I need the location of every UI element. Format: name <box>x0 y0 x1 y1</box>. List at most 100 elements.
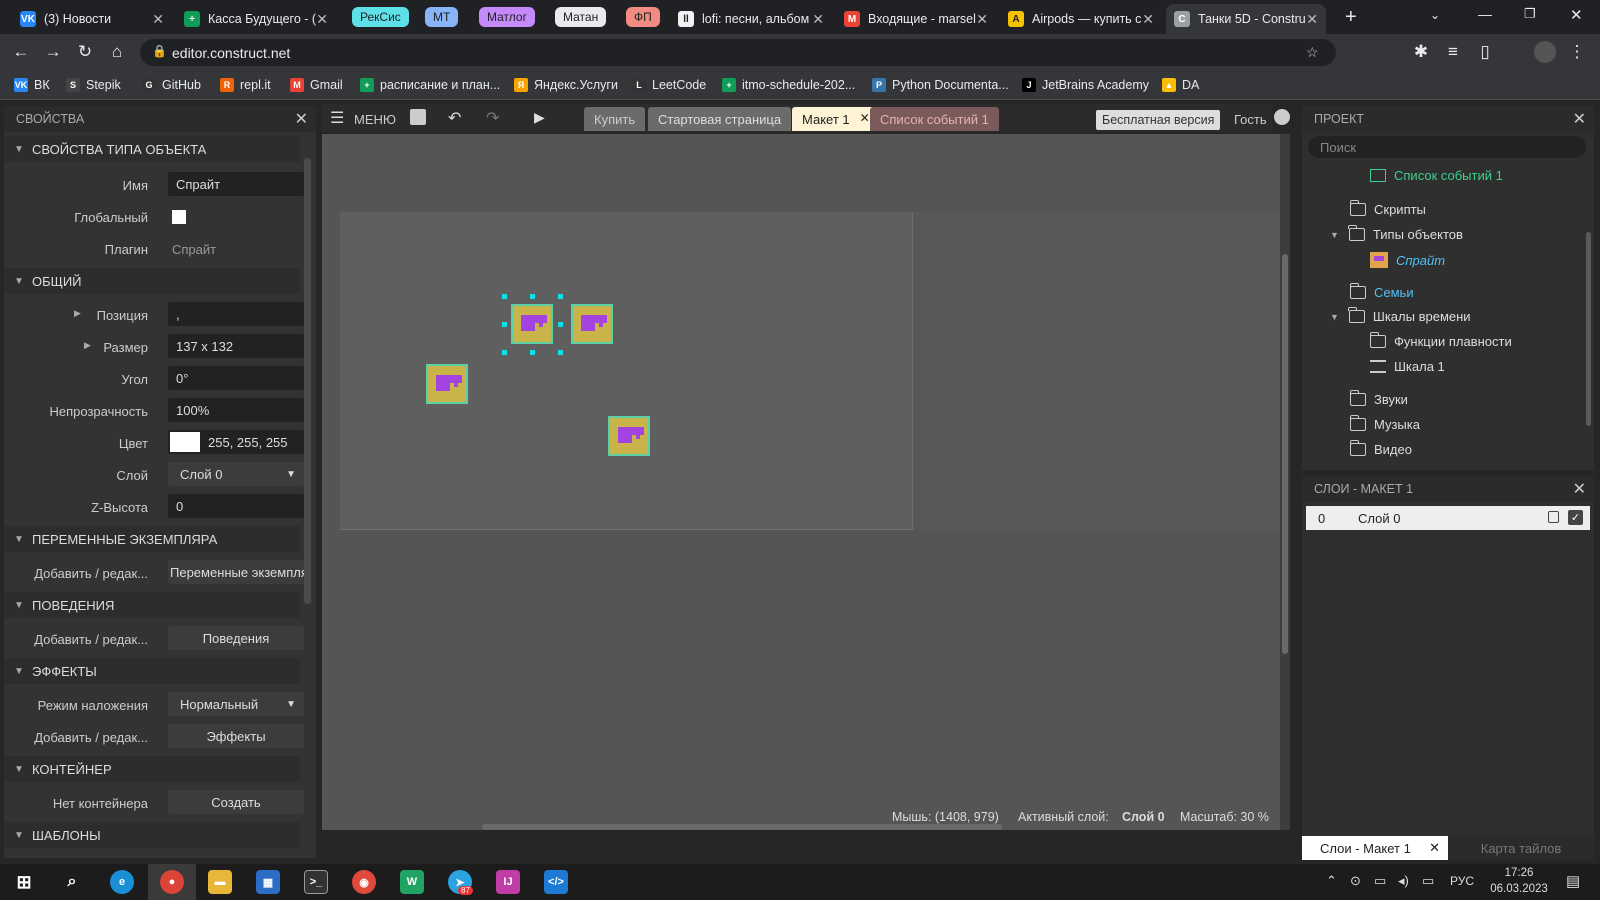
close-icon[interactable]: ✕ <box>1429 840 1440 856</box>
tree-folder-object-types[interactable]: ▼ Типы объектов <box>1330 225 1463 242</box>
zheight-input[interactable]: 0 <box>168 494 304 518</box>
redo-icon[interactable]: ↷ <box>486 108 499 128</box>
close-icon[interactable]: ✕ <box>1142 11 1154 28</box>
intellij-icon[interactable]: IJ <box>496 870 520 894</box>
bookmark-itmo-schedule[interactable]: + itmo-schedule-202... <box>722 76 855 94</box>
name-input[interactable]: Спрайт <box>168 172 304 196</box>
clock-time[interactable]: 17:26 <box>1484 867 1554 879</box>
user-icon[interactable] <box>1274 109 1290 125</box>
app-icon[interactable]: ◉ <box>352 870 376 894</box>
section-common[interactable]: ▼ ОБЩИЙ <box>4 268 300 294</box>
tab-layers[interactable]: Слои - Макет 1 ✕ <box>1302 836 1448 860</box>
new-tab-button[interactable]: + <box>1345 6 1357 29</box>
position-input[interactable]: , <box>168 302 304 326</box>
tab-search-icon[interactable]: ⌄ <box>1430 8 1440 22</box>
file-explorer-icon[interactable]: ▬ <box>208 870 232 894</box>
close-icon[interactable]: ✕ <box>1573 479 1586 499</box>
tab-kassa[interactable]: + Касса Будущего - ( ✕ <box>176 4 336 34</box>
network-icon[interactable]: ▭ <box>1422 873 1434 889</box>
restore-icon[interactable]: ❐ <box>1524 6 1536 22</box>
windows-start-icon[interactable]: ⊞ <box>12 870 36 894</box>
close-icon[interactable]: ✕ <box>976 11 988 28</box>
sidepanel-icon[interactable]: ▯ <box>1474 41 1496 63</box>
home-icon[interactable]: ⌂ <box>106 41 128 63</box>
section-effects[interactable]: ▼ ЭФФЕКТЫ <box>4 658 300 684</box>
resize-handle[interactable] <box>502 294 507 299</box>
color-input[interactable]: 255, 255, 255 <box>168 430 304 454</box>
tab-gmail[interactable]: M Входящие - marsel ✕ <box>836 4 996 34</box>
resize-handle[interactable] <box>530 294 535 299</box>
bookmark-star-icon[interactable]: ☆ <box>1306 44 1319 61</box>
meet-icon[interactable]: ⊙ <box>1350 873 1361 889</box>
tab-group-matlog[interactable]: Матлог <box>479 7 535 27</box>
tray-expand-icon[interactable]: ⌃ <box>1326 873 1337 889</box>
project-search-input[interactable]: Поиск <box>1308 136 1586 158</box>
media-icon[interactable]: ≡ <box>1442 41 1464 63</box>
tab-lofi[interactable]: ll lofi: песни, альбом ✕ <box>670 4 832 34</box>
tree-item-timeline-1[interactable]: Шкала 1 <box>1370 359 1445 374</box>
close-icon[interactable]: ✕ <box>152 11 164 28</box>
bookmark-python-docs[interactable]: P Python Documenta... <box>872 76 1009 94</box>
clock-date[interactable]: 06.03.2023 <box>1484 883 1554 895</box>
edge-icon[interactable]: e <box>110 870 134 894</box>
layout-margin-area[interactable] <box>913 212 1286 530</box>
terminal-icon[interactable]: >_ <box>304 870 328 894</box>
close-icon[interactable]: ✕ <box>860 111 870 125</box>
tree-item-event-sheet[interactable]: Список событий 1 <box>1370 168 1503 183</box>
volume-icon[interactable]: ◂) <box>1398 873 1409 889</box>
chrome-icon[interactable]: ● <box>160 870 184 894</box>
section-container[interactable]: ▼ КОНТЕЙНЕР <box>4 756 300 782</box>
sprite-instance[interactable] <box>608 416 650 456</box>
behaviors-button[interactable]: Поведения <box>168 626 304 650</box>
reload-icon[interactable]: ↻ <box>74 41 96 63</box>
resize-handle[interactable] <box>558 322 563 327</box>
bookmark-gmail[interactable]: M Gmail <box>290 76 343 94</box>
resize-handle[interactable] <box>558 350 563 355</box>
section-object-type[interactable]: ▼ СВОЙСТВА ТИПА ОБЪЕКТА <box>4 136 300 162</box>
omnibox[interactable]: 🔒 editor.construct.net ☆ <box>140 39 1336 66</box>
instance-variables-button[interactable]: Переменные экземпляр <box>168 560 304 584</box>
properties-scrollbar[interactable] <box>304 158 311 604</box>
store-icon[interactable]: ▦ <box>256 870 280 894</box>
tree-folder-scripts[interactable]: Скрипты <box>1349 200 1426 217</box>
menu-button[interactable]: МЕНЮ <box>354 112 396 127</box>
resize-handle[interactable] <box>558 294 563 299</box>
hamburger-icon[interactable]: ☰ <box>330 108 344 128</box>
tab-start-page[interactable]: Стартовая страница <box>648 107 792 131</box>
resize-handle[interactable] <box>502 322 507 327</box>
layer-select[interactable]: Слой 0 ▼ <box>168 462 304 486</box>
chrome-menu-icon[interactable]: ⋮ <box>1566 41 1588 63</box>
tab-group-matan[interactable]: Матан <box>555 7 607 27</box>
section-behaviors[interactable]: ▼ ПОВЕДЕНИЯ <box>4 592 300 618</box>
opacity-input[interactable]: 100% <box>168 398 304 422</box>
tab-layout-1[interactable]: Макет 1 ✕ <box>792 107 876 131</box>
visibility-checkbox[interactable]: ✓ <box>1568 510 1583 525</box>
color-swatch[interactable] <box>170 432 200 452</box>
bookmark-leetcode[interactable]: L LeetCode <box>632 76 706 94</box>
tree-folder-easing[interactable]: Функции плавности <box>1369 332 1512 349</box>
sprite-instance[interactable] <box>426 364 468 404</box>
lock-icon[interactable] <box>1548 511 1559 523</box>
effects-button[interactable]: Эффекты <box>168 724 304 748</box>
tab-tilemap[interactable]: Карта тайлов <box>1448 836 1594 860</box>
tree-folder-music[interactable]: Музыка <box>1349 415 1420 432</box>
webstorm-icon[interactable]: W <box>400 870 424 894</box>
bookmark-schedule[interactable]: + расписание и план... <box>360 76 500 94</box>
extensions-icon[interactable]: ✱ <box>1410 41 1432 63</box>
play-icon[interactable]: ▶ <box>534 109 545 126</box>
tab-event-sheet-1[interactable]: Список событий 1 <box>870 107 999 131</box>
forward-icon[interactable]: → <box>42 41 64 63</box>
resize-handle[interactable] <box>530 350 535 355</box>
undo-icon[interactable]: ↶ <box>448 108 461 128</box>
section-templates[interactable]: ▼ ШАБЛОНЫ <box>4 822 300 848</box>
layout-viewport[interactable]: Мышь: (1408, 979) Активный слой: Слой 0 … <box>322 134 1290 830</box>
tab-buy[interactable]: Купить <box>584 107 646 131</box>
sprite-instance[interactable] <box>571 304 613 344</box>
tree-folder-video[interactable]: Видео <box>1349 440 1412 457</box>
save-icon[interactable] <box>410 109 426 125</box>
vscode-icon[interactable]: </> <box>544 870 568 894</box>
project-scrollbar[interactable] <box>1586 232 1591 426</box>
guest-label[interactable]: Гость <box>1234 112 1267 127</box>
bookmark-stepik[interactable]: S Stepik <box>66 76 121 94</box>
blend-mode-select[interactable]: Нормальный ▼ <box>168 692 304 716</box>
